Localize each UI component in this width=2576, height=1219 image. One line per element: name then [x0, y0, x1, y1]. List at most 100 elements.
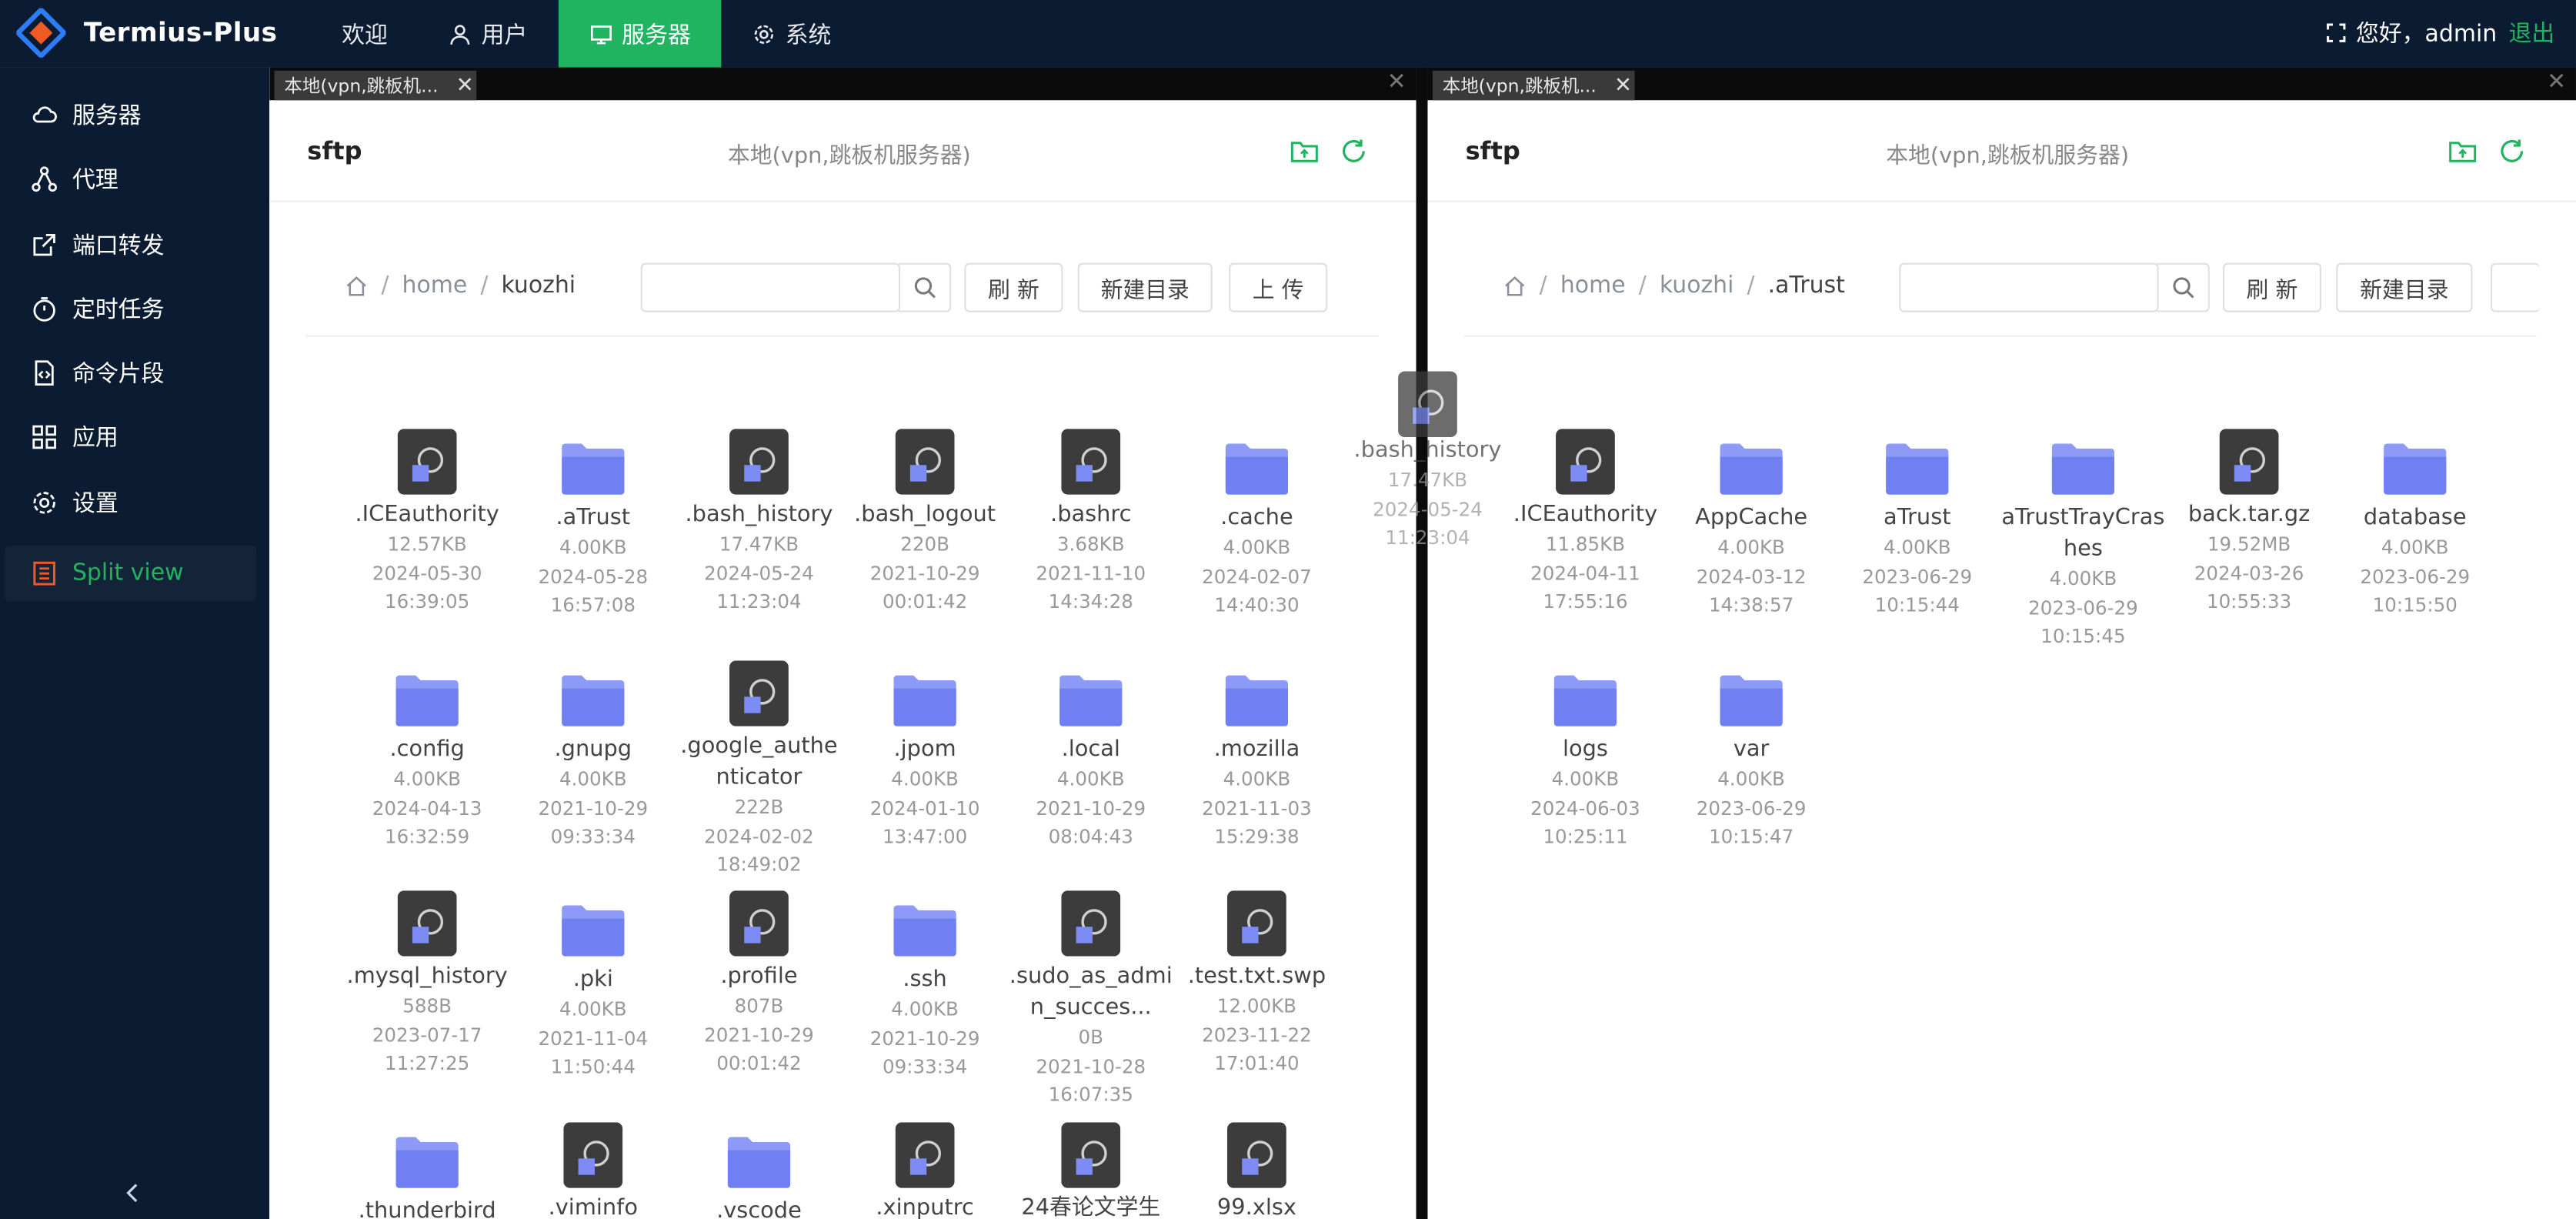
- folder-upload-icon[interactable]: [2448, 136, 2477, 165]
- file-item[interactable]: .sudo_as_admin_succes... 0B 2021-10-28 16:0…: [1009, 890, 1173, 1110]
- folder-icon: [1059, 675, 1123, 726]
- sidebar-item-port-forward[interactable]: 端口转发: [5, 217, 256, 273]
- file-size: 12.57KB: [387, 532, 467, 556]
- folder-item[interactable]: .mozilla 4.00KB 2021-11-03 15:29:38: [1175, 660, 1340, 852]
- file-date: 2021-11-10: [1036, 561, 1146, 585]
- file-time: 18:49:02: [716, 853, 802, 877]
- search-field[interactable]: [640, 262, 901, 312]
- sidebar-item-split-view[interactable]: Split view: [5, 545, 257, 602]
- refresh-button[interactable]: 刷 新: [2222, 262, 2322, 312]
- file-item[interactable]: back.tar.gz 19.52MB 2024-03-26 10:55:33: [2167, 429, 2331, 616]
- file-item[interactable]: .google_authenticator 222B 2024-02-02 18:49…: [677, 660, 842, 880]
- file-item[interactable]: .ICEauthority 11.85KB 2024-04-11 17:55:16: [1503, 429, 1668, 616]
- file-name: .bash_history: [1353, 436, 1502, 464]
- host-name: 本地(vpn,跳板机服务器): [1886, 142, 2130, 169]
- topnav-welcome[interactable]: 欢迎: [342, 0, 388, 68]
- search-input[interactable]: [642, 264, 899, 311]
- folder-item[interactable]: aTrust 4.00KB 2023-06-29 10:15:44: [1835, 429, 2000, 620]
- refresh-icon[interactable]: [2498, 136, 2527, 165]
- tab-close-icon[interactable]: ✕: [1612, 73, 1635, 98]
- breadcrumb-item[interactable]: kuozhi: [502, 272, 576, 299]
- folder-item[interactable]: .thunderbird: [345, 1122, 509, 1219]
- folder-item[interactable]: .cache 4.00KB 2024-02-07 14:40:30: [1175, 429, 1340, 620]
- tab-session[interactable]: 本地(vpn,跳板机... ✕: [1432, 70, 1635, 101]
- breadcrumb-item[interactable]: .aTrust: [1768, 272, 1845, 299]
- folder-item[interactable]: .ssh 4.00KB 2021-10-29 09:33:34: [843, 890, 1007, 1082]
- file-item[interactable]: .test.txt.swp 12.00KB 2023-11-22 17:01:40: [1175, 890, 1340, 1078]
- file-time: 10:55:33: [2206, 589, 2292, 613]
- file-item[interactable]: .ICEauthority 12.57KB 2024-05-30 16:39:05: [345, 429, 509, 616]
- folder-item[interactable]: database 4.00KB 2023-06-29 10:15:50: [2333, 429, 2498, 620]
- sidebar-item-scheduled-tasks[interactable]: 定时任务: [5, 281, 256, 337]
- folder-item[interactable]: var 4.00KB 2023-06-29 10:15:47: [1669, 660, 1834, 852]
- file-item[interactable]: .bash_history 17.47KB 2024-05-24 11:23:04: [677, 429, 842, 616]
- folder-item[interactable]: .jpom 4.00KB 2024-01-10 13:47:00: [843, 660, 1007, 852]
- file-date: 2021-10-29: [538, 796, 649, 820]
- pane-close-icon[interactable]: ✕: [1387, 68, 1406, 97]
- user-greeting: 您好，admin: [2326, 16, 2497, 49]
- folder-upload-icon[interactable]: [1290, 136, 1319, 165]
- home-icon[interactable]: [1503, 275, 1527, 298]
- folder-item[interactable]: .pki 4.00KB 2021-11-04 11:50:44: [511, 890, 676, 1082]
- folder-item[interactable]: .aTrust 4.00KB 2024-05-28 16:57:08: [511, 429, 676, 620]
- folder-item[interactable]: logs 4.00KB 2024-06-03 10:25:11: [1503, 660, 1668, 852]
- pane-close-icon[interactable]: ✕: [2547, 68, 2566, 97]
- search-button[interactable]: [2157, 262, 2210, 312]
- search-button[interactable]: [898, 262, 952, 312]
- folder-item[interactable]: .vscode: [677, 1122, 842, 1219]
- home-icon[interactable]: [345, 275, 368, 298]
- file-item[interactable]: .xinputrc: [843, 1122, 1007, 1219]
- logout-link[interactable]: 退出: [2508, 16, 2554, 49]
- topnav-users[interactable]: 用户: [449, 0, 527, 68]
- refresh-icon[interactable]: [1339, 136, 1368, 165]
- file-item[interactable]: .viminfo: [511, 1122, 676, 1219]
- divider-line: [305, 335, 1379, 337]
- breadcrumb-item[interactable]: kuozhi: [1660, 272, 1734, 299]
- tab-bar: 本地(vpn,跳板机... ✕ ✕: [269, 67, 1416, 101]
- sidebar-item-servers[interactable]: 服务器: [5, 87, 256, 143]
- file-date: 2024-03-12: [1696, 564, 1807, 588]
- folder-item[interactable]: .gnupg 4.00KB 2021-10-29 09:33:34: [511, 660, 676, 852]
- file-item[interactable]: 24春论文学生(1).docx: [1009, 1122, 1173, 1219]
- topnav-servers[interactable]: 服务器: [558, 0, 722, 68]
- breadcrumb-item[interactable]: home: [402, 272, 468, 299]
- new-directory-button[interactable]: 新建目录: [2336, 262, 2473, 312]
- search-field[interactable]: [1899, 262, 2159, 312]
- folder-item[interactable]: aTrustTrayCrashes 4.00KB 2023-06-29 10:15:4…: [2001, 429, 2166, 651]
- split-divider[interactable]: [1416, 67, 1428, 1219]
- folder-item[interactable]: AppCache 4.00KB 2024-03-12 14:38:57: [1669, 429, 1834, 620]
- tab-close-icon[interactable]: ✕: [453, 73, 476, 98]
- sidebar-item-apps[interactable]: 应用: [5, 409, 256, 466]
- tab-session[interactable]: 本地(vpn,跳板机... ✕: [274, 70, 477, 101]
- file-size: 4.00KB: [559, 997, 627, 1020]
- file-icon: [895, 429, 955, 495]
- file-size: 19.52MB: [2207, 532, 2291, 556]
- folder-icon: [395, 675, 459, 726]
- file-item[interactable]: .mysql_history 588B 2023-07-17 11:27:25: [345, 890, 509, 1078]
- search-input[interactable]: [1900, 264, 2157, 311]
- pane-header: sftp 本地(vpn,跳板机服务器): [1427, 100, 2576, 202]
- sidebar-item-snippets[interactable]: 命令片段: [5, 345, 256, 401]
- upload-button[interactable]: 上 传: [1229, 262, 1328, 312]
- file-item[interactable]: .bash_logout 220B 2021-10-29 00:01:42: [843, 429, 1007, 616]
- refresh-button[interactable]: 刷 新: [964, 262, 1063, 312]
- sidebar-item-settings[interactable]: 设置: [5, 475, 256, 531]
- new-directory-button[interactable]: 新建目录: [1077, 262, 1213, 312]
- file-item[interactable]: 99.xlsx: [1175, 1122, 1340, 1219]
- file-time: 10:15:47: [1708, 824, 1794, 848]
- breadcrumb: / home / kuozhi / .aTrust: [1503, 272, 1845, 299]
- topnav-system[interactable]: 系统: [752, 0, 831, 68]
- upload-button-clipped[interactable]: [2490, 262, 2541, 312]
- file-name: 24春论文学生(1).docx: [1021, 1194, 1161, 1219]
- breadcrumb-item[interactable]: home: [1560, 272, 1626, 299]
- collapse-sidebar-icon[interactable]: [122, 1181, 145, 1204]
- file-item[interactable]: .bashrc 3.68KB 2021-11-10 14:34:28: [1009, 429, 1173, 616]
- sidebar-item-proxy[interactable]: 代理: [5, 151, 256, 207]
- file-time: 00:01:42: [882, 589, 968, 613]
- folder-item[interactable]: .local 4.00KB 2021-10-29 08:04:43: [1009, 660, 1173, 852]
- file-name: .ICEauthority: [1513, 501, 1658, 528]
- file-item[interactable]: .profile 807B 2021-10-29 00:01:42: [677, 890, 842, 1078]
- fullscreen-icon[interactable]: [2326, 23, 2346, 43]
- file-time: 00:01:42: [716, 1051, 802, 1075]
- folder-item[interactable]: .config 4.00KB 2024-04-13 16:32:59: [345, 660, 509, 852]
